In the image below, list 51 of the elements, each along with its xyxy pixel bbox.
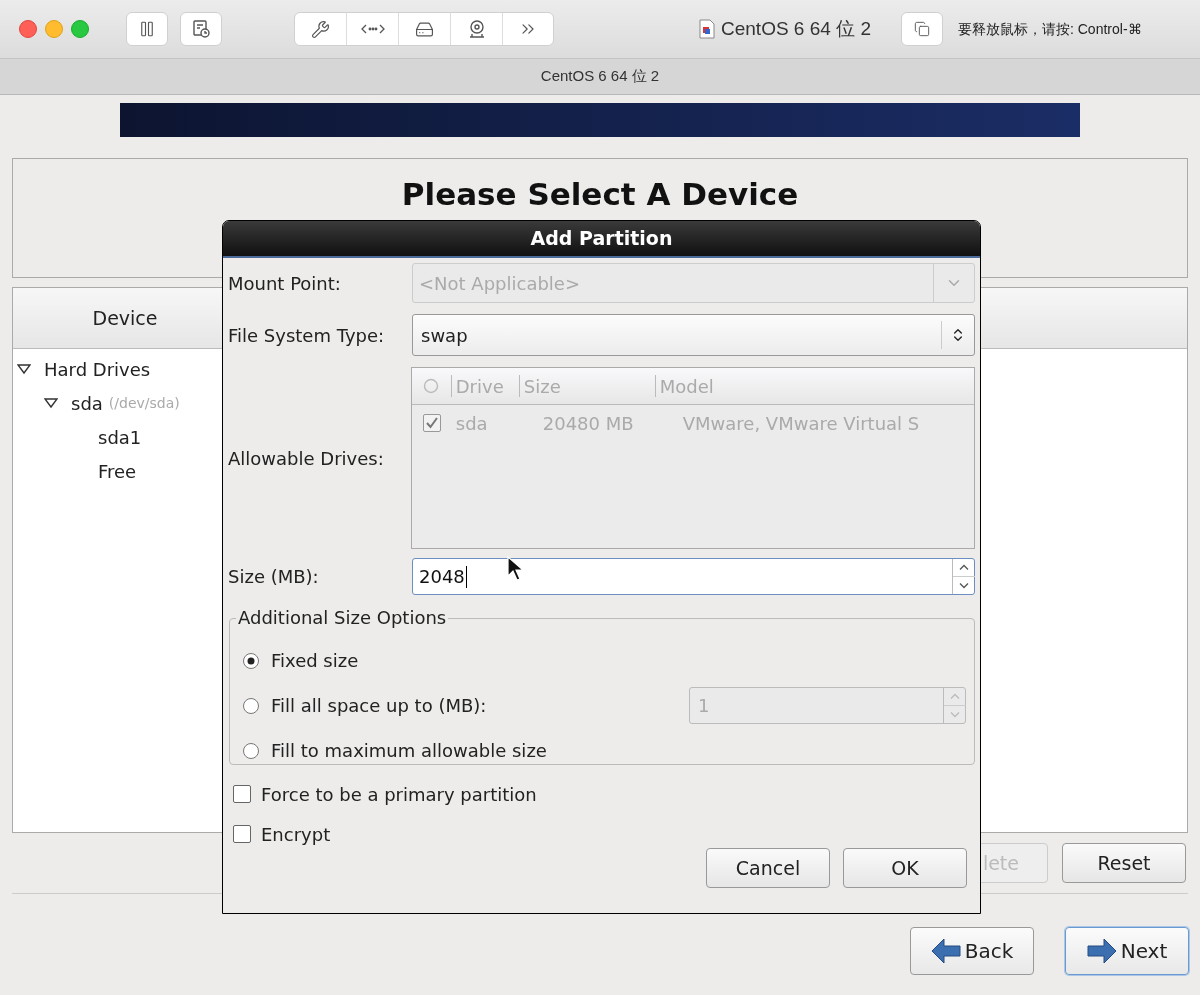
- left-arrow-icon: [930, 938, 961, 964]
- pause-icon: [138, 20, 156, 38]
- size-field[interactable]: 2048: [412, 558, 975, 595]
- device-path: (/dev/sda): [108, 393, 180, 413]
- tree-item[interactable]: Free: [98, 457, 137, 485]
- checkbox[interactable]: [233, 825, 251, 843]
- back-button[interactable]: Back: [910, 927, 1034, 975]
- table-cell-text: sda: [454, 411, 489, 436]
- dialog-title: Add Partition: [530, 226, 673, 252]
- expander-icon[interactable]: [17, 363, 31, 375]
- radio-button[interactable]: [242, 741, 260, 760]
- table-cell-text: 20480 MB: [541, 411, 635, 436]
- network-icon: [360, 23, 385, 35]
- option-label[interactable]: Fill to maximum allowable size: [271, 737, 547, 764]
- snapshot-icon: [191, 19, 211, 39]
- next-button[interactable]: Next: [1065, 927, 1189, 975]
- file-icon: [699, 19, 715, 39]
- checkbox-label[interactable]: Force to be a primary partition: [261, 780, 537, 808]
- snapshot-button[interactable]: [180, 12, 222, 46]
- field-label: Size (MB):: [228, 565, 320, 589]
- page-heading: Please Select A Device: [401, 175, 799, 213]
- reset-button[interactable]: Reset: [1062, 843, 1186, 883]
- right-arrow-icon: [1086, 938, 1117, 964]
- window-title: CentOS 6 64 位 2: [540, 66, 660, 87]
- zoom-button[interactable]: [71, 20, 89, 38]
- checkbox-label[interactable]: Encrypt: [261, 820, 331, 848]
- wrench-icon: [311, 19, 330, 39]
- checkbox[interactable]: [233, 785, 251, 803]
- tree-item[interactable]: sda1: [98, 423, 142, 451]
- file-system-combo[interactable]: swap: [412, 314, 975, 356]
- spin-buttons[interactable]: [952, 559, 974, 594]
- pause-button[interactable]: [126, 12, 168, 46]
- field-label: Mount Point:: [228, 271, 342, 296]
- radio-button[interactable]: [242, 651, 260, 670]
- cancel-button[interactable]: Cancel: [706, 848, 830, 888]
- table-cell-text: VMware, VMware Virtual S: [682, 411, 920, 436]
- option-label[interactable]: Fill all space up to (MB):: [271, 692, 487, 719]
- copy-icon: [913, 21, 930, 37]
- close-button[interactable]: [19, 20, 37, 38]
- expander-icon[interactable]: [44, 397, 58, 409]
- mouse-cursor-icon: [507, 556, 525, 582]
- tree-item[interactable]: Hard Drives: [44, 355, 151, 383]
- option-label[interactable]: Fixed size: [271, 647, 359, 674]
- field-label: Allowable Drives:: [228, 446, 385, 471]
- field-label: File System Type:: [228, 323, 386, 348]
- ok-button[interactable]: OK: [843, 848, 967, 888]
- vm-title: CentOS 6 64 位 2: [721, 16, 871, 41]
- release-mouse-hint: 要释放鼠标，请按: Control-⌘: [957, 19, 1142, 39]
- tree-item[interactable]: sda: [71, 389, 103, 417]
- unity-button[interactable]: [900, 12, 943, 46]
- radio-button[interactable]: [242, 696, 260, 715]
